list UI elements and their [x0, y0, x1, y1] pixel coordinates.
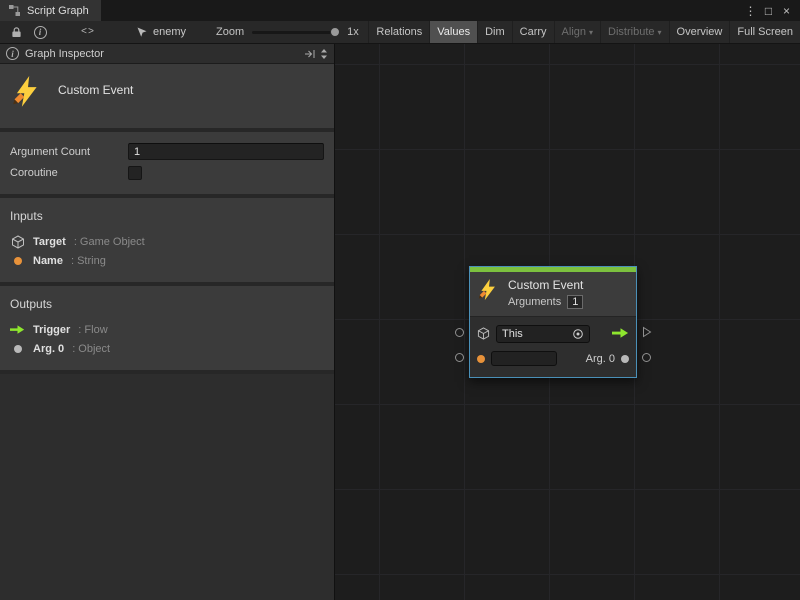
- chevron-down-icon: ▾: [658, 28, 662, 37]
- object-port-icon: [621, 355, 629, 363]
- flow-arrow-icon: [612, 328, 629, 339]
- values-button[interactable]: Values: [429, 21, 477, 43]
- zoom-value: 1x: [347, 26, 359, 38]
- toolbar-buttons: Relations Values Dim Carry Align▾ Distri…: [368, 21, 800, 43]
- distribute-button[interactable]: Distribute▾: [600, 21, 668, 43]
- name-input-port[interactable]: [455, 353, 464, 362]
- stepper-icon[interactable]: [320, 48, 328, 60]
- zoom-label: Zoom: [216, 26, 244, 38]
- full-screen-button[interactable]: Full Screen: [729, 21, 800, 43]
- tab-title: Script Graph: [27, 5, 89, 17]
- node-header[interactable]: Custom Event Arguments 1: [470, 272, 636, 317]
- arguments-count-field[interactable]: 1: [567, 295, 583, 309]
- event-header-block: Custom Event: [0, 64, 334, 128]
- custom-event-icon: [12, 76, 44, 108]
- dim-button[interactable]: Dim: [477, 21, 512, 43]
- dock-arrow-icon[interactable]: [304, 48, 316, 60]
- lock-icon[interactable]: [6, 23, 26, 41]
- kebab-menu-icon[interactable]: ⋮: [742, 4, 759, 18]
- relations-button[interactable]: Relations: [368, 21, 429, 43]
- carry-button[interactable]: Carry: [512, 21, 554, 43]
- close-icon[interactable]: ×: [778, 4, 795, 18]
- event-settings-block: Argument Count Coroutine: [0, 132, 334, 194]
- maximize-icon[interactable]: □: [760, 4, 777, 18]
- trigger-output-port[interactable]: [642, 326, 652, 338]
- port-name: Name: [33, 255, 63, 267]
- name-input-field[interactable]: [491, 351, 557, 366]
- game-object-cube-icon: [477, 327, 490, 340]
- toolbar: i <> enemy Zoom 1x Relations Values Dim …: [0, 21, 800, 44]
- zoom-control: Zoom 1x: [216, 25, 359, 39]
- align-button[interactable]: Align▾: [554, 21, 600, 43]
- node-title: Custom Event: [508, 278, 583, 292]
- port-name: Arg. 0: [33, 343, 64, 355]
- script-graph-window: Script Graph ⋮ □ × i <> enemy Zoom: [0, 0, 800, 600]
- arg0-row: Arg. 0: [477, 349, 629, 368]
- script-graph-icon: [8, 4, 21, 17]
- target-value: This: [502, 328, 523, 340]
- arg0-output-port[interactable]: [642, 353, 651, 362]
- inspector-empty-area: [0, 374, 334, 600]
- target-picker-icon[interactable]: [572, 328, 584, 340]
- inspector-header: i Graph Inspector: [0, 44, 334, 64]
- graph-canvas[interactable]: Custom Event Arguments 1: [335, 44, 800, 600]
- custom-event-node-wrap: Custom Event Arguments 1: [469, 266, 637, 378]
- game-object-cube-icon: [10, 235, 25, 249]
- coroutine-label: Coroutine: [10, 167, 128, 179]
- graph-inspector-panel: i Graph Inspector: [0, 44, 335, 600]
- flow-arrow-icon: [10, 325, 25, 335]
- argument-count-row: Argument Count: [10, 141, 324, 162]
- string-port-icon: [10, 257, 25, 265]
- target-dropdown[interactable]: This: [496, 325, 590, 343]
- argument-count-input[interactable]: [128, 143, 324, 160]
- inputs-block: Inputs Target : Game Object Name : Strin…: [0, 198, 334, 282]
- arguments-label: Arguments: [508, 296, 561, 308]
- target-row: This: [477, 324, 629, 343]
- arg0-label: Arg. 0: [586, 353, 615, 365]
- string-port-icon: [477, 355, 485, 363]
- object-port-icon: [10, 345, 25, 353]
- zoom-slider-handle[interactable]: [330, 27, 340, 37]
- outputs-title: Outputs: [0, 294, 334, 320]
- outputs-block: Outputs Trigger : Flow Arg. 0 : Object: [0, 286, 334, 370]
- inspector-title: Graph Inspector: [25, 48, 104, 60]
- overview-button[interactable]: Overview: [669, 21, 730, 43]
- custom-event-node[interactable]: Custom Event Arguments 1: [469, 266, 637, 378]
- graph-reference[interactable]: enemy: [136, 26, 186, 38]
- port-type: : Game Object: [74, 236, 145, 248]
- custom-event-icon: [478, 278, 500, 302]
- port-name: Target: [33, 236, 66, 248]
- code-view-icon[interactable]: <>: [78, 23, 98, 41]
- input-target-row: Target : Game Object: [0, 232, 334, 251]
- output-arg0-row: Arg. 0 : Object: [0, 339, 334, 358]
- tab-script-graph[interactable]: Script Graph: [0, 0, 101, 21]
- port-type: : Flow: [78, 324, 107, 336]
- node-body: This: [470, 317, 636, 377]
- port-type: : String: [71, 255, 106, 267]
- info-toggle-icon[interactable]: i: [30, 23, 50, 41]
- target-input-port[interactable]: [455, 328, 464, 337]
- window-controls: ⋮ □ ×: [742, 0, 800, 21]
- argument-count-label: Argument Count: [10, 146, 128, 158]
- graph-pointer-icon: [136, 26, 148, 38]
- output-trigger-row: Trigger : Flow: [0, 320, 334, 339]
- event-title: Custom Event: [58, 83, 133, 108]
- zoom-slider-track[interactable]: [252, 31, 340, 34]
- info-icon: i: [6, 47, 19, 60]
- graph-reference-label: enemy: [153, 26, 186, 38]
- inputs-title: Inputs: [0, 206, 334, 232]
- port-type: : Object: [72, 343, 110, 355]
- coroutine-row: Coroutine: [10, 162, 324, 183]
- port-name: Trigger: [33, 324, 70, 336]
- input-name-row: Name : String: [0, 251, 334, 270]
- titlebar: Script Graph ⋮ □ ×: [0, 0, 800, 21]
- zoom-slider[interactable]: [252, 25, 340, 39]
- coroutine-checkbox[interactable]: [128, 166, 142, 180]
- chevron-down-icon: ▾: [589, 28, 593, 37]
